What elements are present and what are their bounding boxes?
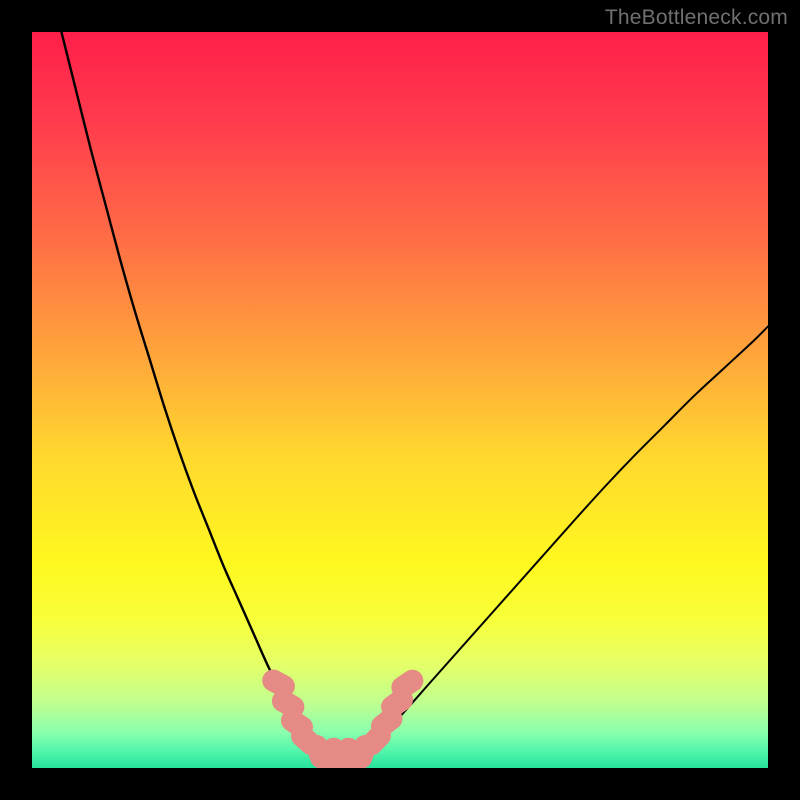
gradient-background: [32, 32, 768, 768]
watermark-text: TheBottleneck.com: [605, 6, 788, 30]
chart-svg: [32, 32, 768, 768]
chart-frame: TheBottleneck.com: [0, 0, 800, 800]
plot-area: [32, 32, 768, 768]
